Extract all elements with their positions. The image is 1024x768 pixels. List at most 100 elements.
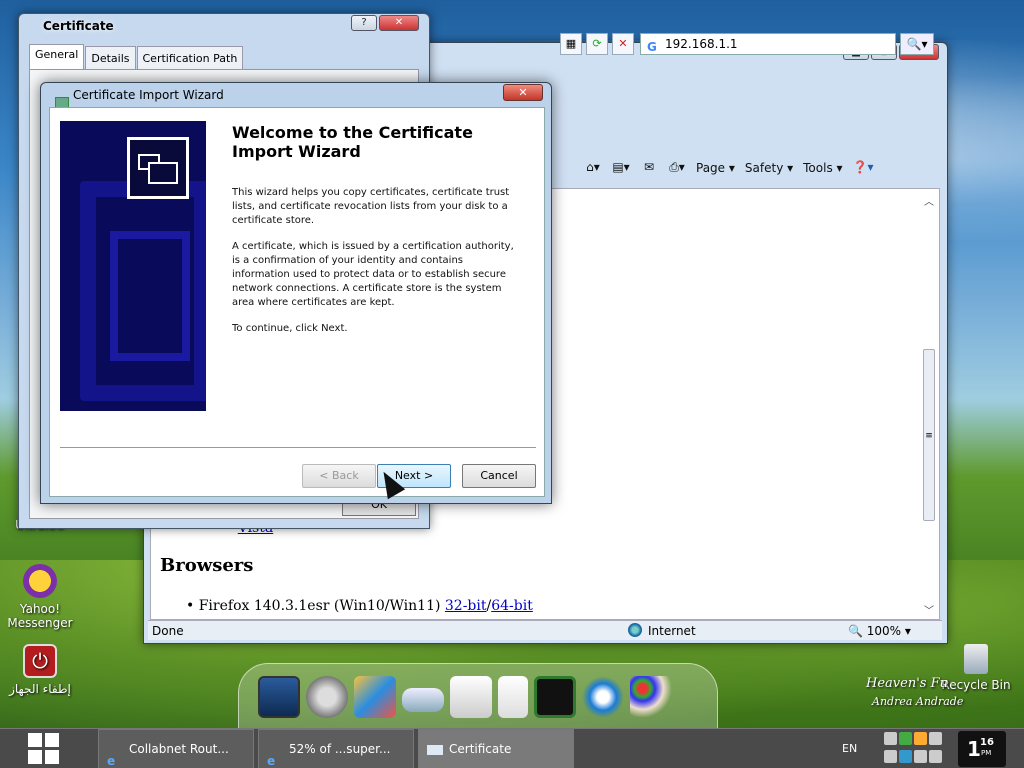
certificate-window-controls: ? ✕ [351,15,419,31]
safety-menu[interactable]: Safety ▾ [745,161,793,175]
stop-icon[interactable]: ✕ [612,33,634,55]
tray-icon[interactable] [929,750,942,763]
tools-menu[interactable]: Tools ▾ [803,161,842,175]
power-icon: ⏻ [23,644,57,678]
clock-hour: 1 [967,737,981,761]
ie-command-bar: ⌂▾ ▤▾ ✉ ⎙▾ Page ▾ Safety ▾ Tools ▾ ❓▾ [584,160,874,176]
taskbar-item-collabnet[interactable]: e Collabnet Rout... [98,729,254,768]
wizard-paragraph-2: A certificate, which is issued by a cert… [232,241,514,308]
wizard-paragraph-3: To continue, click Next. [232,323,348,334]
recycle-bin-icon [964,644,988,674]
clock-minute: 16 [980,737,994,748]
display-icon[interactable] [534,676,576,718]
mail-icon[interactable]: ✉ [640,160,658,176]
external-drive-icon[interactable] [498,676,528,718]
desktop-icon-label: Yahoo! Messenger [7,602,73,630]
photos-icon[interactable] [354,676,396,718]
google-icon: G [647,40,657,54]
clock-ampm: PM [981,749,992,757]
wallpaper-watermark: Heaven's Fu [866,676,948,691]
desktop-icon-recycle-bin[interactable]: Recycle Bin [936,644,1016,692]
wizard-heading: Welcome to the Certificate Import Wizard [232,123,473,161]
wizard-banner-image [60,121,206,411]
desktop-icon-label: إطفاء الجهاز [9,682,71,696]
storage-icon[interactable] [450,676,492,718]
taskbar-item-download[interactable]: e 52% of ...super... [258,729,414,768]
tools-menu-label: Tools [803,161,833,175]
internet-explorer-icon[interactable] [582,676,624,718]
print-icon[interactable]: ⎙▾ [668,160,686,176]
security-zone: Internet [628,621,696,641]
drive-icon[interactable] [402,688,444,712]
zoom-control[interactable]: 🔍 100% ▾ [848,621,911,641]
start-button[interactable] [28,733,60,765]
search-button[interactable]: 🔍▾ [900,33,934,55]
taskbar: e Collabnet Rout... e 52% of ...super...… [0,728,1024,768]
certificate-tabs: General Details Certification Path [29,44,244,70]
monitor-icon[interactable] [258,676,300,718]
wizard-paragraph-1: This wizard helps you copy certificates,… [232,187,510,226]
tray-icon[interactable] [929,732,942,745]
page-menu-label: Page [696,161,726,175]
tray-icon[interactable] [899,732,912,745]
refresh-icon[interactable]: ⟳ [586,33,608,55]
settings-gear-icon[interactable] [306,676,348,718]
wizard-close-button[interactable]: ✕ [503,84,543,101]
tab-certification-path[interactable]: Certification Path [136,46,244,70]
home-icon[interactable]: ⌂▾ [584,160,602,176]
dock-icons [258,676,672,718]
browsers-heading: Browsers [160,555,254,576]
taskbar-item-label: 52% of ...super... [289,742,391,756]
status-text: Done [152,624,184,638]
close-button[interactable]: ✕ [379,15,419,31]
tray-icon[interactable] [899,750,912,763]
certificate-window-title: Certificate [43,19,114,33]
globe-icon [628,623,642,637]
back-button[interactable]: < Back [302,464,376,488]
tab-details[interactable]: Details [85,46,136,70]
address-bar[interactable]: G 192.168.1.1 [640,33,896,55]
zone-label: Internet [648,624,696,638]
help-button[interactable]: ? [351,15,377,31]
desktop-icon-shutdown[interactable]: ⏻ إطفاء الجهاز [0,644,80,696]
ie-status-bar: Done Internet 🔍 100% ▾ [148,620,942,640]
tab-general[interactable]: General [29,44,85,70]
firefox-32bit-link[interactable]: 32-bit [445,598,487,614]
search-icon: 🔍▾ [906,37,928,51]
scroll-up-icon[interactable]: ︿ [922,193,936,208]
language-indicator[interactable]: EN [842,742,857,755]
firefox-text: Firefox 140.3.1esr (Win10/Win11) [198,598,445,614]
zoom-level: 100% [866,624,902,638]
list-item-firefox: • Firefox 140.3.1esr (Win10/Win11) 32-bi… [186,598,533,614]
vertical-scrollbar[interactable]: ︿ ≡ ﹀ [922,193,936,617]
scroll-down-icon[interactable]: ﹀ [922,602,936,617]
scroll-thumb[interactable]: ≡ [923,349,935,521]
ie-icon: e [267,754,276,768]
tray-icon[interactable] [914,750,927,763]
page-menu[interactable]: Page ▾ [696,161,735,175]
desktop-icon-yahoo-messenger[interactable]: Yahoo! Messenger [0,564,80,630]
system-tray [884,732,954,766]
clock[interactable]: 1 16 PM [958,731,1006,767]
wizard-body: Welcome to the Certificate Import Wizard… [49,107,545,497]
compat-view-icon[interactable]: ▦ [560,33,582,55]
taskbar-item-label: Certificate [449,742,512,756]
taskbar-item-label: Collabnet Rout... [129,742,229,756]
tray-icon[interactable] [914,732,927,745]
feeds-icon[interactable]: ▤▾ [612,160,630,176]
paint-palette-icon[interactable] [630,676,672,718]
ie-icon: e [107,754,116,768]
help-icon[interactable]: ❓▾ [853,160,874,176]
taskbar-item-certificate[interactable]: Certificate [418,729,574,768]
tray-icon[interactable] [884,732,897,745]
wallpaper-watermark-author: Andrea Andrade [872,695,964,708]
safety-menu-label: Safety [744,161,784,175]
certificate-window-icon [427,745,443,755]
cancel-button[interactable]: Cancel [462,464,536,488]
tray-icon[interactable] [884,750,897,763]
certificate-import-wizard: Certificate Import Wizard ✕ Welcome to t… [40,82,552,504]
certificate-icon [127,137,189,199]
wizard-separator [60,447,536,448]
ie-nav-buttons: ▦ ⟳ ✕ [560,33,634,55]
firefox-64bit-link[interactable]: 64-bit [491,598,533,614]
